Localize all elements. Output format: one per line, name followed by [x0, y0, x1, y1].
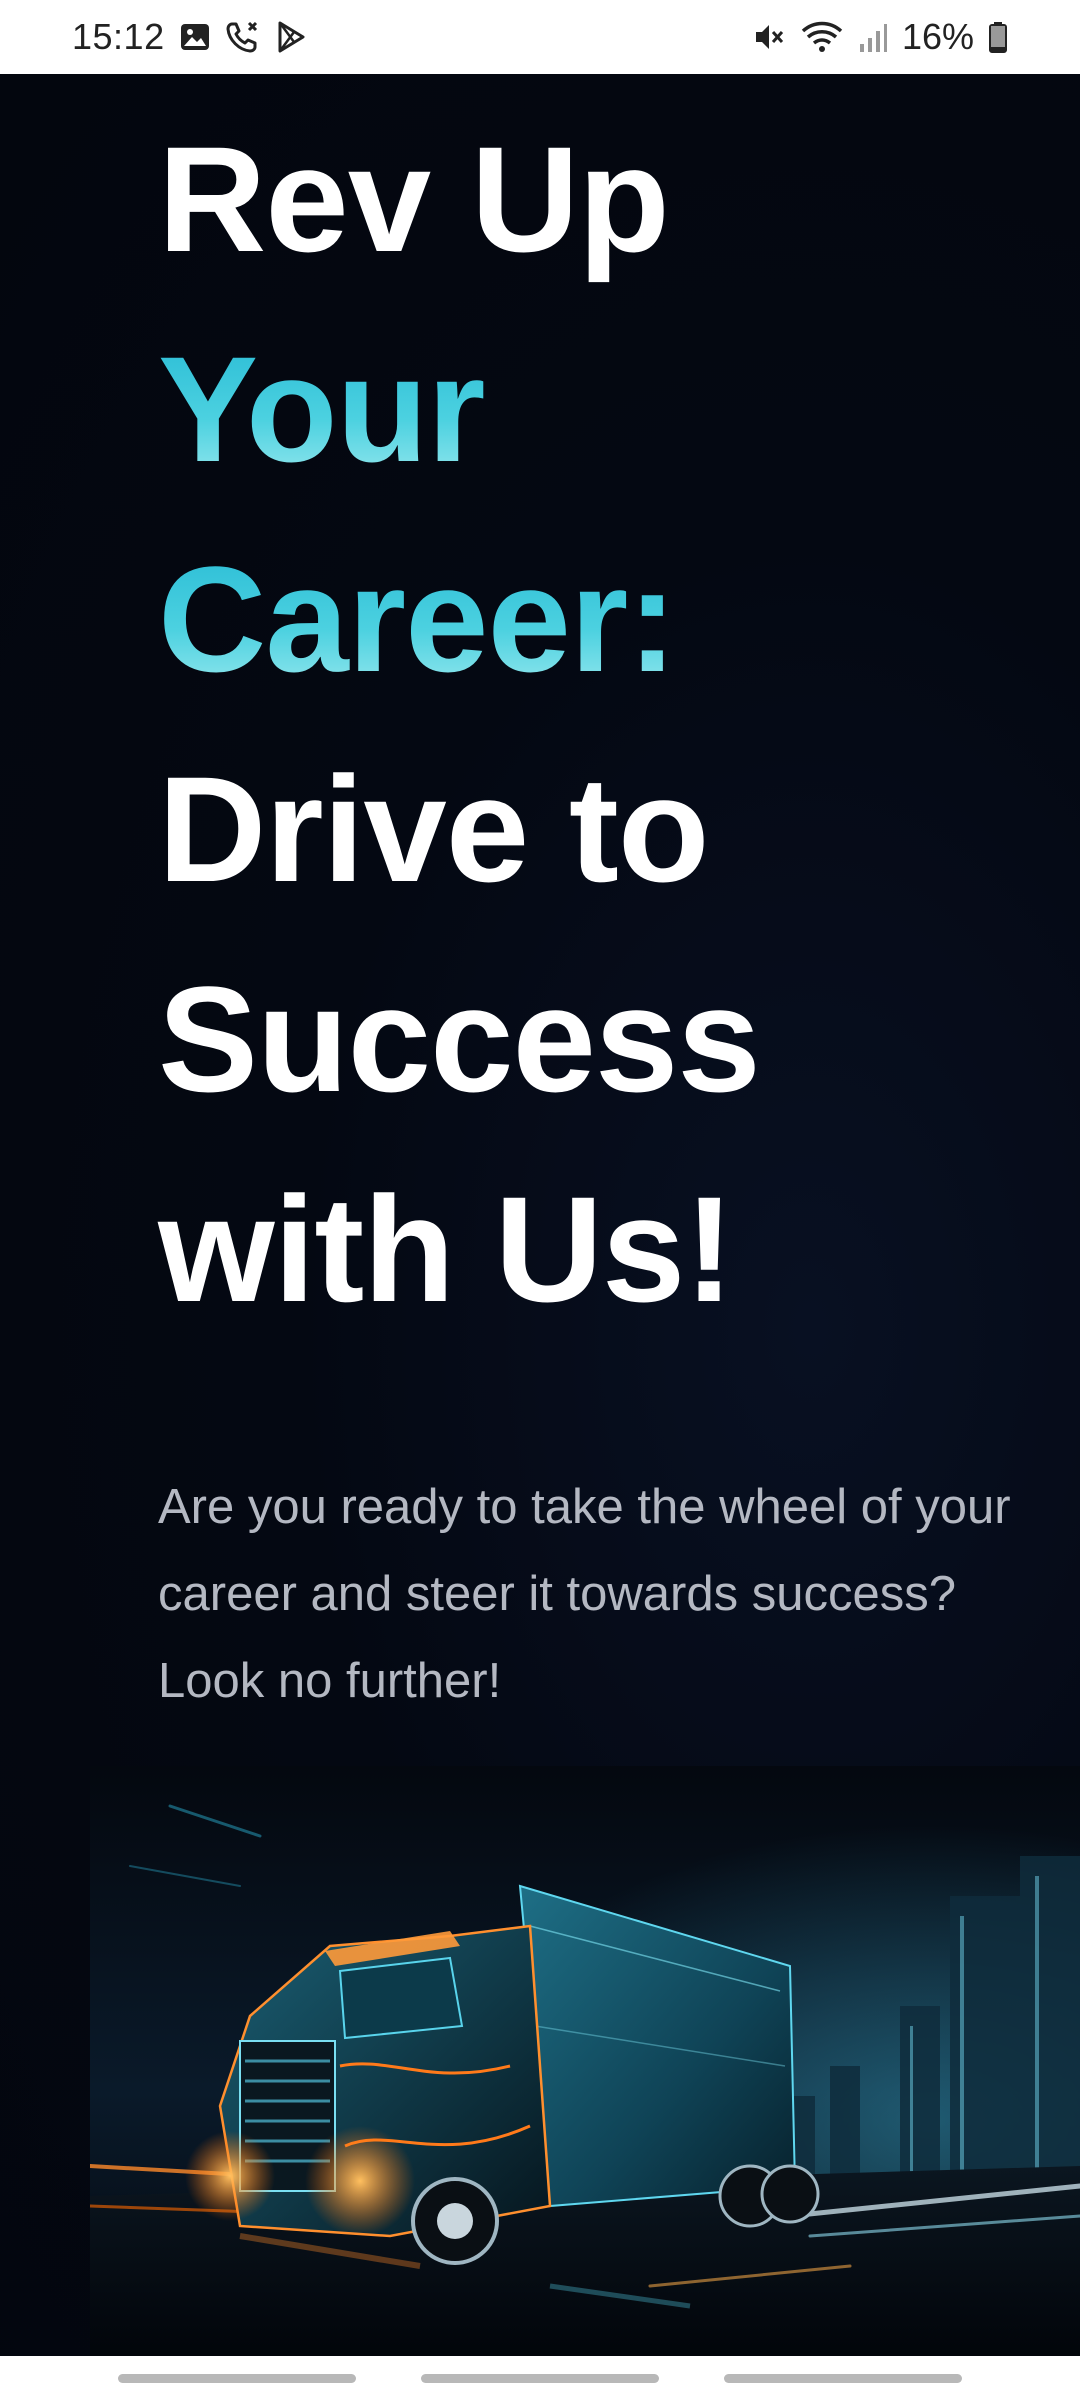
back-button[interactable] — [724, 2374, 962, 2383]
hero-subtext: Are you ready to take the wheel of your … — [158, 1480, 1011, 1708]
home-button[interactable] — [421, 2374, 659, 2383]
gallery-icon — [179, 21, 211, 53]
headline-accent-line-3: Career: — [158, 514, 1038, 724]
signal-icon — [858, 20, 888, 54]
headline-line-1: Rev Up — [158, 115, 670, 283]
missed-call-icon — [225, 20, 261, 54]
status-bar: 15:12 16% — [0, 0, 1080, 74]
headline-line-5: Success — [158, 955, 761, 1123]
hero-section: Rev Up Your Career: Drive to Success wit… — [0, 74, 1080, 2356]
wifi-icon — [800, 20, 844, 54]
headline-line-6: with Us! — [158, 1165, 734, 1333]
play-store-icon — [275, 20, 307, 54]
battery-icon — [988, 20, 1008, 54]
hero-headline: Rev Up Your Career: Drive to Success wit… — [158, 94, 1038, 1354]
recent-apps-button[interactable] — [118, 2374, 356, 2383]
status-time: 15:12 — [72, 16, 165, 57]
mute-icon — [752, 20, 786, 54]
navigation-bar — [0, 2356, 1080, 2400]
headline-accent-line-2: Your — [158, 304, 1038, 514]
battery-percentage: 16% — [901, 16, 974, 57]
headline-line-4: Drive to — [158, 745, 709, 913]
truck-illustration — [90, 1766, 1080, 2356]
